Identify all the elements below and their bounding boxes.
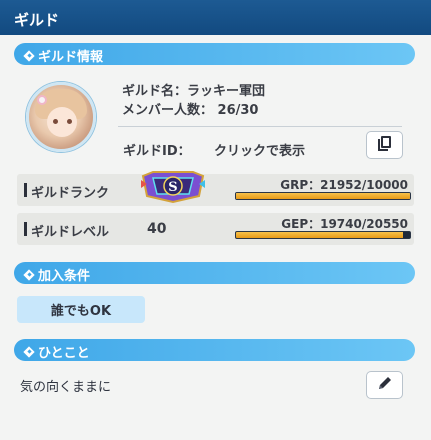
divider	[118, 126, 402, 127]
section-header-conditions: 加入条件	[14, 262, 415, 284]
section-title: ギルド情報	[38, 50, 104, 65]
diamond-icon	[24, 347, 34, 357]
guild-name: ギルド名：ラッキー軍団	[122, 84, 266, 99]
guild-id-reveal-link[interactable]: クリックで表示	[214, 140, 305, 159]
copy-id-button[interactable]	[366, 131, 403, 159]
guild-id-label: ギルドID：	[123, 144, 191, 159]
pencil-icon	[376, 374, 394, 396]
guild-comment: 気の向くままに	[20, 380, 112, 395]
diamond-icon	[24, 270, 34, 280]
section-header-comment: ひとこと	[14, 339, 415, 361]
guild-avatar	[26, 82, 96, 152]
grp-progress-fill	[236, 193, 410, 199]
guild-level-value: 40	[147, 221, 167, 237]
guild-level-label: ギルドレベル	[31, 225, 110, 240]
guild-rank-label: ギルドランク	[31, 186, 110, 201]
gep-text: GEP：19740/20550	[281, 217, 408, 231]
guild-level-row: ギルドレベル 40 GEP：19740/20550	[17, 213, 414, 245]
section-title: 加入条件	[38, 269, 91, 284]
rank-letter: S	[168, 180, 177, 195]
join-condition-chip: 誰でもOK	[17, 296, 145, 323]
rank-badge-icon: S	[139, 170, 207, 204]
guild-rank-row: ギルドランク S GRP：21952/10000	[17, 171, 414, 206]
grp-progress-bar	[235, 192, 411, 200]
section-header-guild-info: ギルド情報	[14, 43, 415, 65]
copy-icon	[376, 134, 394, 156]
diamond-icon	[24, 51, 34, 61]
gep-progress-bar	[235, 231, 411, 239]
gep-progress-fill	[236, 232, 404, 238]
edit-comment-button[interactable]	[366, 371, 403, 399]
grp-text: GRP：21952/10000	[280, 178, 408, 192]
section-title: ひとこと	[38, 346, 90, 361]
window-title: ギルド	[0, 0, 431, 35]
member-count: メンバー人数： 26/30	[122, 103, 259, 118]
